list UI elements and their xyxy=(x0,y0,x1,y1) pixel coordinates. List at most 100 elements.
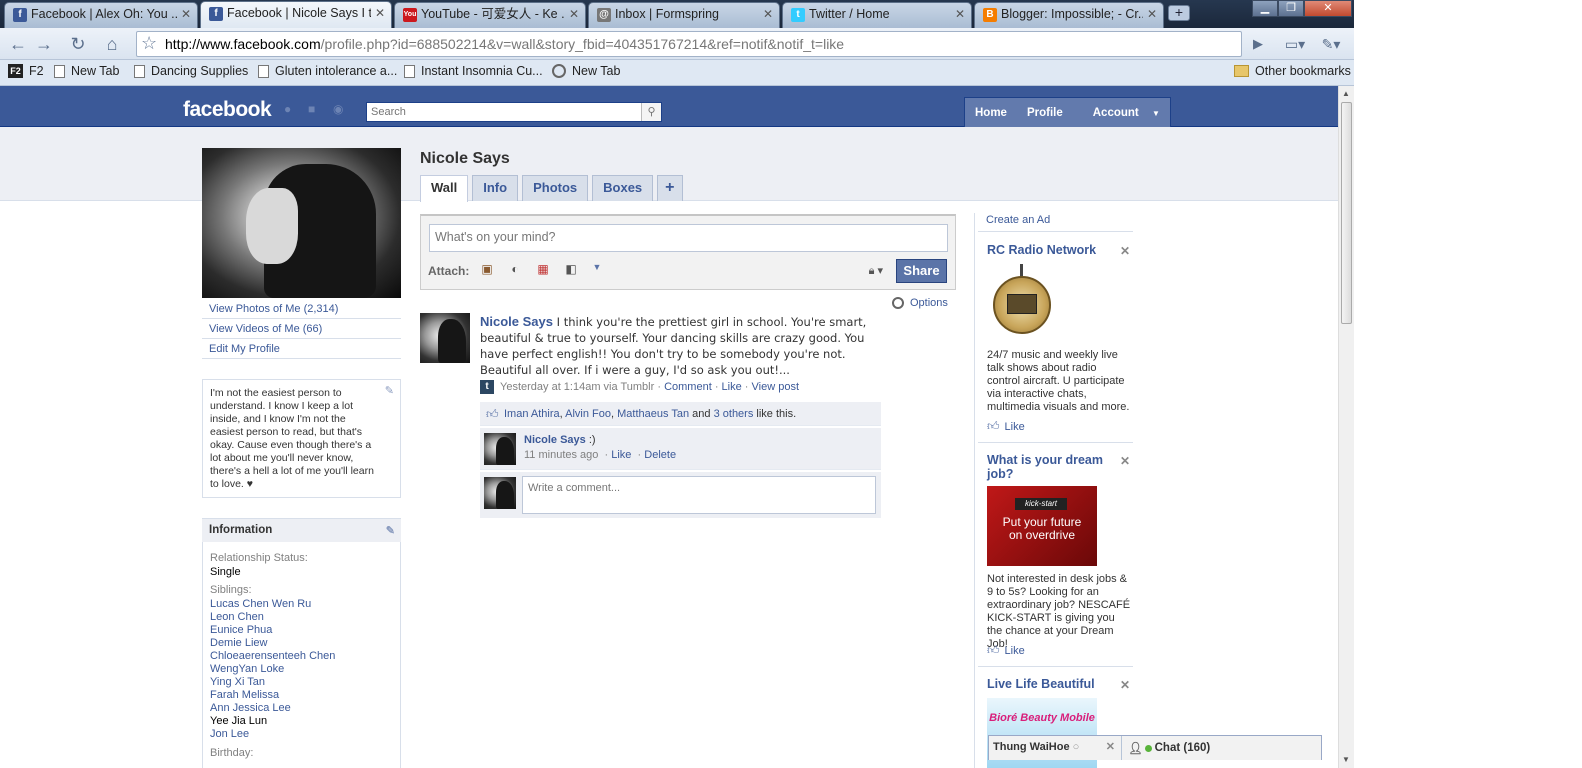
pencil-icon[interactable]: ✎ xyxy=(386,524,395,537)
pencil-icon[interactable]: ✎ xyxy=(385,385,394,398)
ad-like-rc-radio[interactable]: 👍︎ Like xyxy=(987,419,1025,434)
sibling-link[interactable]: Leon Chen xyxy=(210,611,393,624)
like-link[interactable]: Like xyxy=(722,381,742,393)
notifications-globe-icon[interactable]: ◉ xyxy=(333,103,347,115)
close-icon[interactable]: ✕ xyxy=(1120,244,1130,258)
view-post-link[interactable]: View post xyxy=(752,381,800,393)
close-icon[interactable]: ✕ xyxy=(1120,454,1130,468)
page-scrollbar[interactable]: ▲ ▼ xyxy=(1338,86,1354,768)
play-icon[interactable]: ▶ xyxy=(1246,32,1270,56)
nescafe-ad-image[interactable]: kick-start Put your future on overdrive xyxy=(987,486,1097,566)
facebook-logo[interactable]: facebook xyxy=(183,98,272,122)
close-icon[interactable]: ✕ xyxy=(1106,740,1115,753)
comment-author-link[interactable]: Nicole Says xyxy=(524,434,586,446)
photo-icon[interactable]: ▣ xyxy=(479,262,495,277)
nav-account[interactable]: Account ▼ xyxy=(1073,107,1170,119)
bookmark-f2[interactable]: F2 F2 xyxy=(8,64,44,78)
home-icon[interactable]: ⌂ xyxy=(100,32,124,56)
browser-tab-twitter[interactable]: t Twitter / Home ✕ xyxy=(782,2,972,28)
liker-link[interactable]: Alvin Foo xyxy=(565,408,611,420)
browser-tab-blogger[interactable]: B Blogger: Impossible; - Cr... ✕ xyxy=(974,2,1164,28)
tab-photos[interactable]: Photos xyxy=(522,175,589,201)
share-button[interactable]: Share xyxy=(896,259,947,283)
liker-link[interactable]: Matthaeus Tan xyxy=(617,408,689,420)
browser-tab-nicole-says[interactable]: f Facebook | Nicole Says I t... ✕ xyxy=(200,1,392,28)
lock-icon[interactable]: 🔒︎ ▾ xyxy=(869,264,883,278)
search-input[interactable] xyxy=(367,103,639,121)
sibling-link[interactable]: Eunice Phua xyxy=(210,624,393,637)
bookmark-gluten[interactable]: Gluten intolerance a... xyxy=(258,64,397,78)
sibling-link[interactable]: Demie Liew xyxy=(210,637,393,650)
chat-tab[interactable]: 👤︎ Chat (160) xyxy=(1122,736,1216,760)
close-icon[interactable]: ✕ xyxy=(1120,678,1130,692)
scroll-up-icon[interactable]: ▲ xyxy=(1342,89,1350,98)
others-link[interactable]: 3 others xyxy=(714,408,754,420)
link-icon[interactable]: ◧ xyxy=(563,262,579,277)
sibling-link[interactable]: Farah Melissa xyxy=(210,689,393,702)
edit-profile-link[interactable]: Edit My Profile xyxy=(202,339,401,359)
tab-boxes[interactable]: Boxes xyxy=(592,175,654,201)
comment-input[interactable]: Write a comment... xyxy=(522,476,876,514)
sibling-link[interactable]: Lucas Chen Wen Ru xyxy=(210,598,393,611)
forward-icon[interactable]: → xyxy=(32,32,56,56)
nav-home[interactable]: Home xyxy=(965,107,1017,119)
view-photos-link[interactable]: View Photos of Me (2,314) xyxy=(202,299,401,319)
back-icon[interactable]: ← xyxy=(6,32,30,56)
scroll-down-icon[interactable]: ▼ xyxy=(1342,755,1350,764)
bookmark-insomnia[interactable]: Instant Insomnia Cu... xyxy=(404,64,543,78)
video-icon[interactable]: ◐ xyxy=(507,262,523,277)
tab-close-icon[interactable]: ✕ xyxy=(569,3,579,25)
rc-radio-ad-image[interactable] xyxy=(991,264,1051,338)
status-input[interactable]: What's on your mind? xyxy=(429,224,948,252)
ad-like-dream-job[interactable]: 👍︎ Like xyxy=(987,643,1025,658)
nav-profile[interactable]: Profile xyxy=(1017,107,1073,119)
sibling-link[interactable]: Jon Lee xyxy=(210,728,393,741)
story-author-link[interactable]: Nicole Says xyxy=(480,314,553,329)
view-videos-link[interactable]: View Videos of Me (66) xyxy=(202,319,401,339)
scrollbar-thumb[interactable] xyxy=(1341,102,1352,324)
create-ad-link[interactable]: Create an Ad xyxy=(986,214,1050,226)
story-author-avatar[interactable] xyxy=(420,313,470,363)
page-menu-icon[interactable]: ▭▾ xyxy=(1280,32,1310,56)
chat-buddy-tab[interactable]: Thung WaiHoe ○ ✕ xyxy=(989,736,1122,760)
bookmark-new-tab[interactable]: New Tab xyxy=(54,64,119,78)
tab-info[interactable]: Info xyxy=(472,175,519,201)
maximize-icon[interactable]: ❐ xyxy=(1278,0,1304,17)
event-icon[interactable]: ▦ xyxy=(535,262,551,277)
bookmark-new-tab-2[interactable]: New Tab xyxy=(552,64,620,78)
tab-close-icon[interactable]: ✕ xyxy=(181,3,191,25)
address-bar[interactable]: ☆ http://www.facebook.com/profile.php?id… xyxy=(136,31,1242,57)
sibling-link[interactable]: Chloeaerensenteeh Chen xyxy=(210,650,393,663)
sibling-link[interactable]: WengYan Loke xyxy=(210,663,393,676)
tab-close-icon[interactable]: ✕ xyxy=(955,3,965,25)
add-tab-button[interactable]: + xyxy=(657,175,683,201)
wrench-menu-icon[interactable]: ✎▾ xyxy=(1316,32,1346,56)
new-tab-button[interactable]: + xyxy=(1168,5,1190,21)
comment-like-link[interactable]: Like xyxy=(611,449,631,461)
messages-icon[interactable]: ■ xyxy=(308,103,322,115)
comment-delete-link[interactable]: Delete xyxy=(644,449,676,461)
ad-title-live-beautiful[interactable]: Live Life Beautiful xyxy=(987,677,1117,691)
ad-title-rc-radio[interactable]: RC Radio Network xyxy=(987,243,1117,257)
minimize-icon[interactable]: ▁ xyxy=(1252,0,1278,17)
search-icon[interactable]: ⚲ xyxy=(641,103,661,121)
sibling-link[interactable]: Ann Jessica Lee xyxy=(210,702,393,715)
window-close-icon[interactable]: ✕ xyxy=(1304,0,1352,17)
tab-close-icon[interactable]: ✕ xyxy=(1147,3,1157,25)
comment-link[interactable]: Comment xyxy=(664,381,712,393)
profile-picture[interactable] xyxy=(202,148,401,298)
browser-tab-youtube[interactable]: You YouTube - 可爱女人 - Ke ... ✕ xyxy=(394,2,586,28)
friend-requests-icon[interactable]: ● xyxy=(284,103,298,115)
liker-link[interactable]: Iman Athira xyxy=(504,408,560,420)
tab-close-icon[interactable]: ✕ xyxy=(375,2,385,24)
bookmark-dancing-supplies[interactable]: Dancing Supplies xyxy=(134,64,248,78)
ad-title-dream-job[interactable]: What is your dream job? xyxy=(987,453,1117,481)
bookmark-star-icon[interactable]: ☆ xyxy=(141,33,157,54)
tab-close-icon[interactable]: ✕ xyxy=(763,3,773,25)
chevron-down-icon[interactable]: ▼ xyxy=(589,262,605,277)
tab-wall[interactable]: Wall xyxy=(420,175,469,202)
options-link[interactable]: Options xyxy=(892,297,948,309)
browser-tab-alex-oh[interactable]: f Facebook | Alex Oh: You ... ✕ xyxy=(4,2,198,28)
browser-tab-formspring[interactable]: @ Inbox | Formspring ✕ xyxy=(588,2,780,28)
sibling-link[interactable]: Ying Xi Tan xyxy=(210,676,393,689)
